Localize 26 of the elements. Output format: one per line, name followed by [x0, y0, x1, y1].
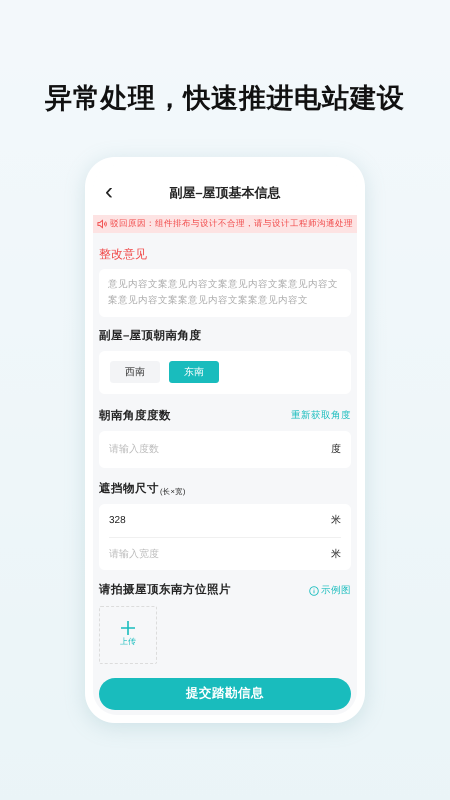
back-button[interactable]: ‹	[101, 180, 117, 204]
section-label: 遮挡物尺寸	[99, 481, 159, 497]
section-label: 请拍摄屋顶东南方位照片	[99, 582, 231, 598]
submit-button[interactable]: 提交踏勘信息	[99, 678, 351, 710]
opinion-card: 意见内容文案意见内容文案意见内容文案意见内容文案意见内容文案案意见内容文案案意见内容文	[99, 268, 351, 316]
section-label: 整改意见	[99, 246, 148, 262]
alert-text: 驳回原因：组件排布与设计不合理，请与设计工程师沟通处理	[110, 217, 353, 230]
section-label: 朝南角度度数	[99, 408, 171, 424]
unit-label: 米	[331, 548, 341, 562]
unit-label: 度	[331, 442, 341, 457]
length-field[interactable]: 328	[109, 513, 331, 528]
info-icon	[309, 586, 319, 596]
direction-chip[interactable]: 西南	[110, 361, 160, 384]
unit-label: 米	[331, 514, 341, 528]
width-field[interactable]: 请输入宽度	[109, 546, 331, 562]
degree-input-box[interactable]: 请输入度数 度	[99, 431, 351, 468]
direction-chip[interactable]: 东南	[169, 361, 219, 384]
plus-icon	[121, 621, 135, 635]
degree-field[interactable]: 请输入度数	[109, 442, 331, 457]
speaker-icon	[97, 218, 107, 228]
headline: 异常处理，快速推进电站建设	[45, 82, 405, 115]
upload-button[interactable]: 上传	[99, 606, 157, 664]
refetch-link[interactable]: 重新获取角度	[291, 409, 351, 424]
example-link[interactable]: 示例图	[309, 584, 351, 598]
section-label: 副屋–屋顶朝南角度	[99, 328, 202, 344]
page-title: 副屋–屋顶基本信息	[168, 184, 282, 202]
